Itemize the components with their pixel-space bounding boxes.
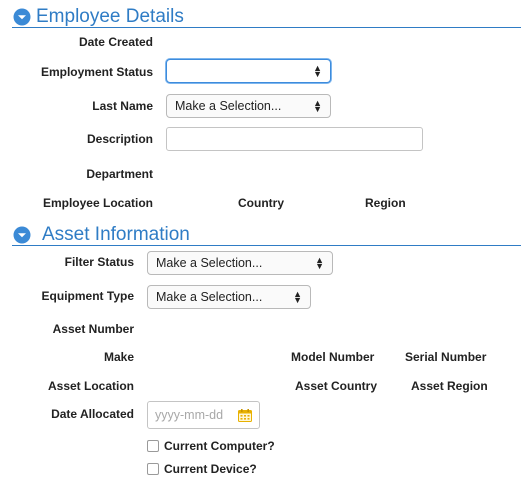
current-device-option[interactable]: Current Device? xyxy=(147,461,257,477)
date-created-label: Date Created xyxy=(78,35,153,49)
equipment-type-select[interactable]: Make a Selection... ▲ ▼ xyxy=(147,285,311,309)
current-computer-option[interactable]: Current Computer? xyxy=(147,438,275,454)
asset-country-label: Asset Country xyxy=(295,379,378,393)
filter-status-value: Make a Selection... xyxy=(156,256,263,270)
date-allocated-placeholder: yyyy-mm-dd xyxy=(155,408,224,422)
current-computer-label: Current Computer? xyxy=(164,439,275,453)
description-input[interactable] xyxy=(166,127,423,151)
asset-number-label: Asset Number xyxy=(52,322,134,336)
employee-details-divider xyxy=(12,27,521,28)
employment-status-select[interactable]: ▲ ▼ xyxy=(166,59,331,83)
chevron-down-circle-icon[interactable] xyxy=(12,7,32,27)
calendar-icon[interactable] xyxy=(238,408,252,422)
chevron-down-circle-icon[interactable] xyxy=(12,225,32,245)
equipment-type-value: Make a Selection... xyxy=(156,290,263,304)
asset-information-title: Asset Information xyxy=(42,224,190,245)
up-down-arrows-icon: ▲ ▼ xyxy=(315,255,324,271)
asset-information-divider xyxy=(12,245,521,246)
make-label: Make xyxy=(103,350,134,364)
description-label: Description xyxy=(86,132,153,146)
employee-details-title: Employee Details xyxy=(36,6,184,27)
date-allocated-input[interactable]: yyyy-mm-dd xyxy=(147,401,260,429)
model-number-label: Model Number xyxy=(291,350,375,364)
current-device-checkbox[interactable] xyxy=(147,463,159,475)
date-allocated-label: Date Allocated xyxy=(51,407,134,421)
department-label: Department xyxy=(86,167,153,181)
last-name-value: Make a Selection... xyxy=(175,99,282,113)
up-down-arrows-icon: ▲ ▼ xyxy=(313,98,322,114)
filter-status-select[interactable]: Make a Selection... ▲ ▼ xyxy=(147,251,333,275)
country-label: Country xyxy=(238,196,284,210)
equipment-type-label: Equipment Type xyxy=(41,289,134,303)
region-label: Region xyxy=(365,196,406,210)
employee-location-label: Employee Location xyxy=(42,196,153,210)
up-down-arrows-icon: ▲ ▼ xyxy=(313,63,322,79)
employment-status-label: Employment Status xyxy=(40,65,153,79)
last-name-label: Last Name xyxy=(92,99,153,113)
last-name-select[interactable]: Make a Selection... ▲ ▼ xyxy=(166,94,331,118)
asset-region-label: Asset Region xyxy=(411,379,488,393)
serial-number-label: Serial Number xyxy=(405,350,487,364)
filter-status-label: Filter Status xyxy=(64,255,134,269)
up-down-arrows-icon: ▲ ▼ xyxy=(293,289,302,305)
current-computer-checkbox[interactable] xyxy=(147,440,159,452)
current-device-label: Current Device? xyxy=(164,462,257,476)
asset-location-label: Asset Location xyxy=(47,379,134,393)
